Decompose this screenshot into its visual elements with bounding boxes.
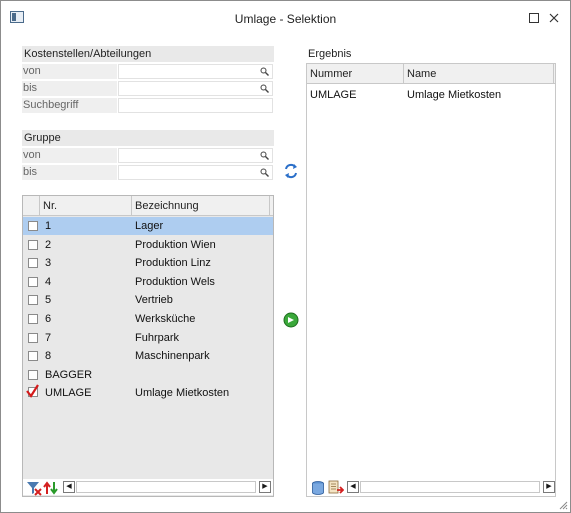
list-item-bezeichnung: Werksküche bbox=[135, 313, 196, 325]
kostenstellen-heading: Kostenstellen/Abteilungen bbox=[22, 46, 274, 62]
list-item[interactable]: UMLAGE Umlage Mietkosten bbox=[23, 384, 273, 402]
list-item-nr: 7 bbox=[45, 331, 52, 344]
title-bar: Umlage - Selektion bbox=[1, 1, 570, 37]
search-icon[interactable] bbox=[260, 151, 269, 160]
header-bezeichnung[interactable]: Bezeichnung bbox=[132, 196, 270, 216]
gruppe-bis-row: bis bbox=[22, 165, 274, 181]
row-checkbox[interactable] bbox=[28, 332, 38, 343]
row-checkbox[interactable] bbox=[28, 276, 38, 287]
list-item-bezeichnung: Maschinenpark bbox=[135, 350, 210, 363]
list-item-nr: BAGGER bbox=[45, 368, 93, 381]
list-item-bezeichnung: Produktion Wels bbox=[135, 275, 215, 288]
list-item-bezeichnung: Lager bbox=[135, 220, 164, 232]
list-item[interactable]: 2 Produktion Wien bbox=[23, 236, 273, 254]
list-item[interactable]: 6 Werksküche bbox=[23, 310, 273, 328]
list-item-bezeichnung: Fuhrpark bbox=[135, 331, 180, 344]
list-item-nr: 4 bbox=[45, 275, 52, 288]
kostenstellen-bis-label: bis bbox=[22, 81, 117, 96]
ergebnis-footer: ◀ ▶ bbox=[307, 479, 555, 495]
list-item-bezeichnung: Produktion Wien bbox=[135, 238, 216, 251]
ergebnis-name: Umlage Mietkosten bbox=[407, 89, 502, 101]
list-item-nr: 8 bbox=[45, 350, 52, 363]
list-item[interactable]: 8 Maschinenpark bbox=[23, 347, 273, 365]
list-item[interactable]: 3 Produktion Linz bbox=[23, 254, 273, 272]
kostenstellen-bis-input[interactable] bbox=[118, 81, 273, 96]
header-checkbox-col bbox=[23, 196, 40, 216]
kostenstellen-von-row: von bbox=[22, 64, 274, 80]
list-item-bezeichnung: Umlage Mietkosten bbox=[135, 387, 230, 400]
list-item-nr: 1 bbox=[45, 220, 52, 232]
filter-clear-icon[interactable] bbox=[26, 480, 42, 496]
green-arrow-right-icon[interactable] bbox=[283, 312, 299, 328]
header-nummer[interactable]: Nummer bbox=[307, 64, 404, 84]
dialog-window: Umlage - Selektion Kostenstellen/Abteilu… bbox=[0, 0, 571, 513]
gruppe-von-label: von bbox=[22, 148, 117, 163]
kostenstellen-list: Nr. Bezeichnung 1 Lager 2 Produktion Wien 3 P… bbox=[22, 195, 274, 497]
list-item[interactable]: 7 Fuhrpark bbox=[23, 329, 273, 347]
list-item-bezeichnung: Vertrieb bbox=[135, 294, 173, 307]
scroll-right-button[interactable]: ▶ bbox=[259, 481, 271, 493]
row-checkbox[interactable] bbox=[28, 258, 38, 269]
close-icon bbox=[549, 13, 559, 23]
resize-grip-icon[interactable] bbox=[556, 498, 568, 510]
gruppe-von-row: von bbox=[22, 148, 274, 164]
search-icon[interactable] bbox=[260, 67, 269, 76]
list-item-nr: UMLAGE bbox=[45, 387, 92, 400]
row-checkbox[interactable] bbox=[28, 314, 38, 324]
ergebnis-list: Nummer Name UMLAGE Umlage Mietkosten ◀ ▶ bbox=[306, 63, 556, 497]
database-icon[interactable] bbox=[310, 480, 326, 496]
list-item[interactable]: 4 Produktion Wels bbox=[23, 273, 273, 291]
horizontal-scrollbar[interactable] bbox=[76, 481, 256, 493]
gruppe-bis-label: bis bbox=[22, 165, 117, 180]
header-name[interactable]: Name bbox=[404, 64, 554, 84]
scroll-left-button[interactable]: ◀ bbox=[63, 481, 75, 493]
row-checkbox[interactable] bbox=[28, 221, 38, 231]
export-icon[interactable] bbox=[328, 480, 344, 496]
row-checkbox[interactable] bbox=[28, 351, 38, 362]
ergebnis-heading: Ergebnis bbox=[306, 46, 556, 62]
search-icon[interactable] bbox=[260, 84, 269, 93]
row-checkbox[interactable] bbox=[28, 369, 38, 380]
close-button[interactable] bbox=[544, 9, 564, 27]
checkbox-checked-icon[interactable] bbox=[25, 384, 39, 399]
gruppe-heading: Gruppe bbox=[22, 130, 274, 146]
list-item[interactable]: 1 Lager bbox=[23, 217, 273, 235]
gruppe-bis-input[interactable] bbox=[118, 165, 273, 180]
ergebnis-scroll-left-button[interactable]: ◀ bbox=[347, 481, 359, 493]
list-item-nr: 6 bbox=[45, 313, 52, 325]
list-item-nr: 3 bbox=[45, 257, 52, 270]
window-title: Umlage - Selektion bbox=[234, 12, 337, 26]
header-nr[interactable]: Nr. bbox=[40, 196, 132, 216]
search-icon[interactable] bbox=[260, 168, 269, 177]
kostenstellen-bis-row: bis bbox=[22, 81, 274, 97]
suchbegriff-label: Suchbegriff bbox=[22, 98, 117, 113]
list-item-nr: 5 bbox=[45, 294, 52, 307]
maximize-button[interactable] bbox=[524, 9, 544, 27]
ergebnis-horizontal-scrollbar[interactable] bbox=[360, 481, 540, 493]
maximize-icon bbox=[529, 13, 539, 23]
list-item[interactable]: 5 Vertrieb bbox=[23, 291, 273, 309]
row-checkbox[interactable] bbox=[28, 295, 38, 306]
ergebnis-scroll-right-button[interactable]: ▶ bbox=[543, 481, 555, 493]
ergebnis-header: Nummer Name bbox=[307, 64, 555, 84]
suchbegriff-input[interactable] bbox=[118, 98, 273, 113]
list-item-nr: 2 bbox=[45, 238, 52, 251]
list-footer: ◀ ▶ bbox=[23, 479, 273, 496]
list-item[interactable]: BAGGER bbox=[23, 366, 273, 384]
list-header: Nr. Bezeichnung bbox=[23, 196, 273, 216]
row-checkbox[interactable] bbox=[28, 239, 38, 250]
list-item-bezeichnung: Produktion Linz bbox=[135, 257, 211, 270]
kostenstellen-von-label: von bbox=[22, 64, 117, 79]
ergebnis-nummer: UMLAGE bbox=[310, 89, 357, 101]
sort-arrows-icon[interactable] bbox=[43, 480, 59, 496]
ergebnis-row[interactable]: UMLAGE Umlage Mietkosten bbox=[307, 86, 555, 104]
suchbegriff-row: Suchbegriff bbox=[22, 98, 274, 114]
gruppe-von-input[interactable] bbox=[118, 148, 273, 163]
swap-arrows-icon[interactable] bbox=[283, 163, 299, 179]
kostenstellen-von-input[interactable] bbox=[118, 64, 273, 79]
